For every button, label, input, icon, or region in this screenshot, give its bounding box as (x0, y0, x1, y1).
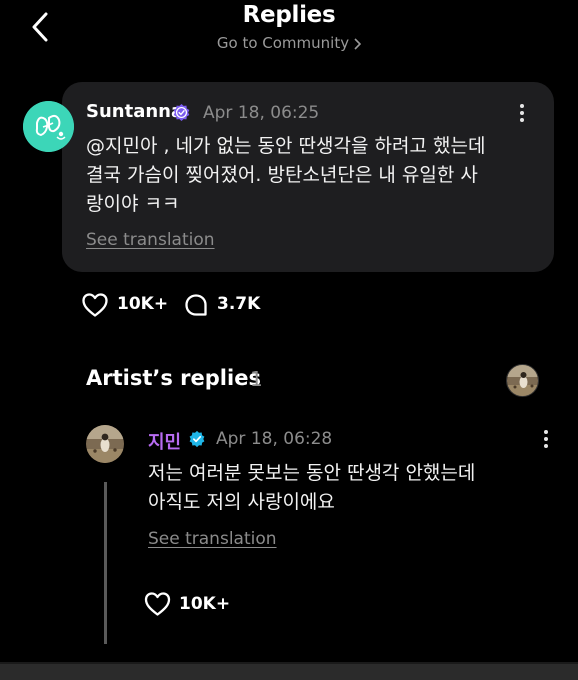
go-to-community-link[interactable]: Go to Community (0, 34, 578, 52)
chevron-right-icon (354, 37, 362, 50)
more-vertical-icon[interactable] (512, 102, 532, 124)
artist-replies-count: 1 (250, 367, 263, 391)
post-body-text: @지민아 , 네가 없는 동안 딴생각을 하려고 했는데 결국 가슴이 찢어졌어… (86, 135, 486, 215)
reply-body-text: 저는 여러분 못보는 동안 딴생각 안했는데 아직도 저의 사랑이에요 (148, 462, 476, 513)
thread-line (104, 482, 107, 644)
reply-author-name[interactable]: 지민 (148, 428, 181, 454)
reply-timestamp: Apr 18, 06:28 (216, 429, 333, 449)
comment-bubble-icon[interactable] (184, 293, 208, 317)
comment-count: 3.7K (217, 294, 261, 314)
avatar[interactable] (23, 101, 74, 152)
artist-avatar[interactable] (506, 364, 539, 397)
page-title: Replies (242, 2, 336, 28)
reply-avatar[interactable] (86, 425, 124, 463)
reply-like-count: 10K+ (179, 594, 231, 614)
see-translation-link[interactable]: See translation (86, 230, 215, 250)
like-count: 10K+ (117, 294, 169, 314)
post-author-name[interactable]: Suntanna (86, 101, 183, 122)
replies-screen: Replies Go to Community Suntanna Apr 18,… (0, 0, 578, 680)
reply-see-translation-link[interactable]: See translation (148, 529, 277, 549)
verified-icon (172, 103, 191, 122)
heart-icon[interactable] (143, 591, 172, 617)
go-to-community-label: Go to Community (216, 34, 350, 52)
post-timestamp: Apr 18, 06:25 (203, 103, 320, 123)
more-vertical-icon[interactable] (537, 428, 555, 450)
bottom-bar (0, 664, 578, 680)
heart-icon[interactable] (81, 292, 109, 318)
verified-icon (188, 430, 206, 448)
artist-replies-heading: Artist’s replies (86, 366, 261, 390)
